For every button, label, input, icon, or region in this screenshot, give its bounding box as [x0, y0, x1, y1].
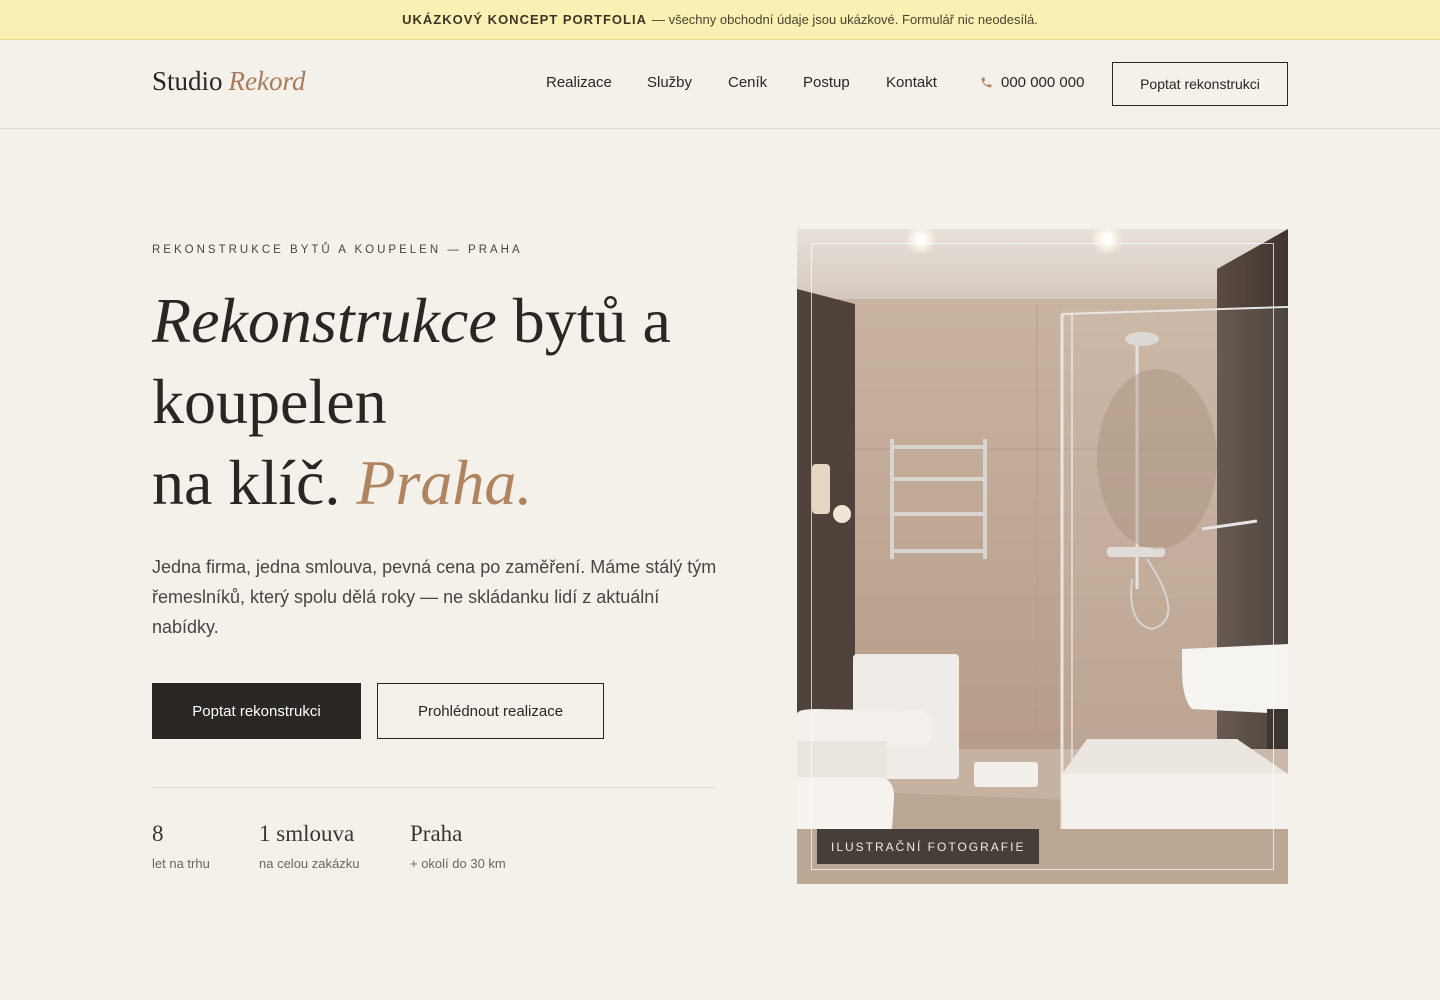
hero-title: Rekonstrukce bytů a koupelen na klíč. Pr…: [152, 280, 752, 523]
stat-value: 1 smlouva: [259, 821, 355, 846]
hero-title-line3: na klíč.: [152, 447, 341, 518]
logo-main: Studio: [152, 66, 223, 96]
hero-title-accent: Praha.: [356, 447, 533, 518]
logo-accent: Rekord: [228, 66, 306, 96]
site-header: Studio Rekord Realizace Služby Ceník Post…: [0, 40, 1440, 129]
photo-badge: ILUSTRAČNÍ FOTOGRAFIE: [817, 829, 1040, 864]
demo-banner: UKÁZKOVÝ KONCEPT PORTFOLIA — všechny obc…: [0, 0, 1440, 40]
stat-label: na celou zakázku: [259, 856, 360, 871]
request-renovation-button[interactable]: Poptat rekonstrukci: [152, 683, 361, 739]
header-cta-button[interactable]: Poptat rekonstrukci: [1112, 62, 1288, 106]
nav-link-kontakt[interactable]: Kontakt: [886, 74, 937, 91]
stat-years: 8 let na trhu: [152, 820, 210, 871]
hero-title-line2: koupelen: [152, 366, 387, 437]
demo-banner-text: — všechny obchodní údaje jsou ukázkové. …: [651, 12, 1038, 27]
phone-icon: [981, 77, 992, 88]
stat-contract: 1 smlouva na celou zakázku: [259, 820, 359, 871]
hero-lead: Jedna firma, jedna smlouva, pevná cena p…: [152, 557, 717, 637]
hero-title-rest: bytů a: [512, 285, 671, 356]
stat-value: 8: [152, 821, 164, 846]
hero-eyebrow: REKONSTRUKCE BYTŮ A KOUPELEN — PRAHA: [152, 244, 523, 256]
phone-number: 000 000 000: [1001, 74, 1085, 91]
bathroom-illustration: [797, 229, 1288, 884]
logo[interactable]: Studio Rekord: [152, 66, 306, 97]
hero-title-italic: Rekonstrukce: [152, 285, 497, 356]
stats-divider: [152, 787, 716, 788]
stat-label: let na trhu: [152, 856, 210, 871]
demo-banner-strong: UKÁZKOVÝ KONCEPT PORTFOLIA: [402, 12, 647, 27]
stat-label: + okolí do 30 km: [410, 856, 506, 871]
nav-link-realizace[interactable]: Realizace: [546, 74, 612, 91]
stat-area: Praha + okolí do 30 km: [410, 820, 506, 871]
view-projects-button[interactable]: Prohlédnout realizace: [377, 683, 604, 739]
hero-photo: ILUSTRAČNÍ FOTOGRAFIE: [797, 229, 1288, 884]
stat-value: Praha: [410, 821, 463, 846]
phone-link[interactable]: 000 000 000: [980, 74, 1084, 91]
nav-link-postup[interactable]: Postup: [803, 74, 850, 91]
nav-link-cenik[interactable]: Ceník: [728, 74, 767, 91]
nav-link-sluzby[interactable]: Služby: [647, 74, 692, 91]
